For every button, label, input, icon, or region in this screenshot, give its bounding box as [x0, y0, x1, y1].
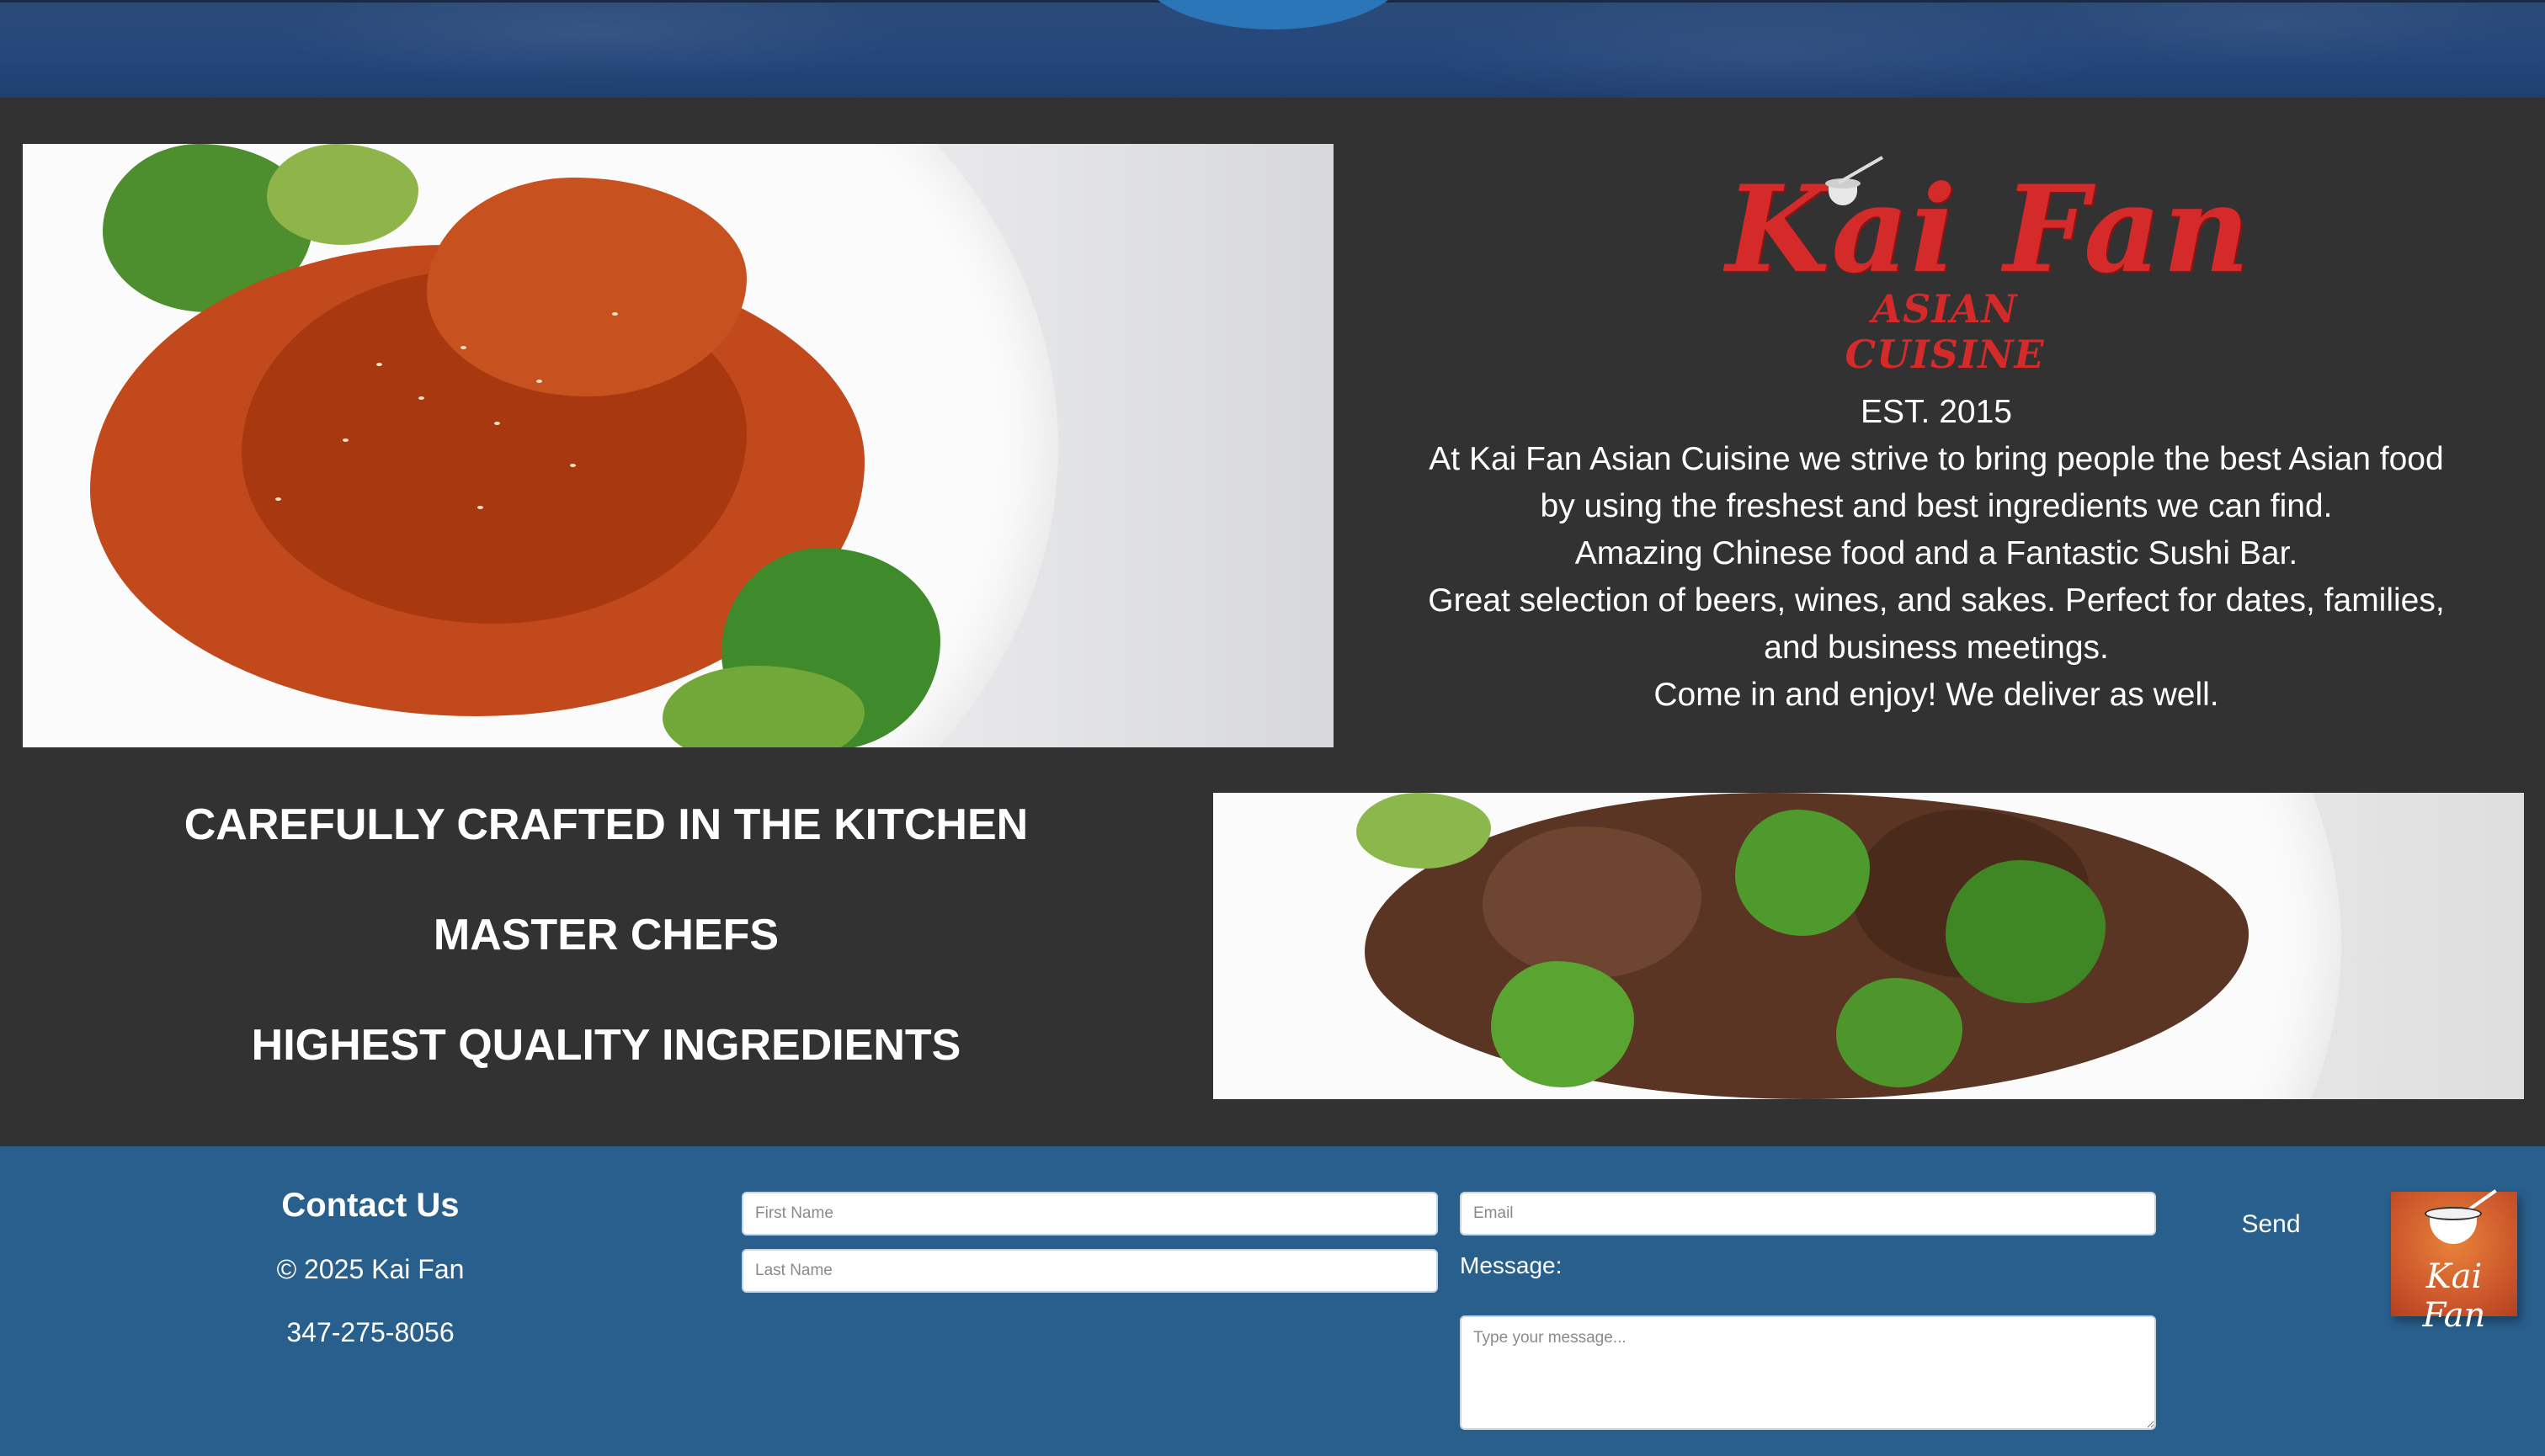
sesame-seed — [612, 312, 618, 316]
sesame-seed — [343, 438, 349, 442]
logo-word-fan: Fan — [2004, 160, 2252, 300]
sesame-seed — [536, 380, 542, 383]
sesame-seed — [376, 363, 382, 366]
contact-info: Contact Us © 2025 Kai Fan 347-275-8056 — [202, 1187, 539, 1380]
kai-fan-badge-logo[interactable]: Kai Fan — [2391, 1189, 2517, 1335]
sesame-seed — [418, 396, 424, 400]
features-list: CAREFULLY CRAFTED IN THE KITCHEN MASTER … — [34, 795, 1179, 1126]
sesame-seed — [570, 464, 576, 467]
phone-number[interactable]: 347-275-8056 — [202, 1317, 539, 1380]
badge-text: Kai Fan — [2422, 1257, 2486, 1335]
contact-title: Contact Us — [281, 1187, 460, 1224]
beef-broccoli-photo — [1213, 793, 2524, 1099]
feature-crafted: CAREFULLY CRAFTED IN THE KITCHEN — [184, 800, 1029, 849]
about-food: Amazing Chinese food and a Fantastic Sus… — [1574, 535, 2298, 571]
nav-logo-disc[interactable] — [1138, 0, 1408, 29]
sesame-chicken-photo — [23, 144, 1334, 747]
about-drinks: Great selection of beers, wines, and sak… — [1428, 582, 2445, 666]
kai-fan-logo: Kai Fan ASIAN CUISINE — [1717, 156, 2250, 377]
sesame-seed — [477, 506, 483, 509]
bowl-icon — [2425, 1207, 2482, 1244]
logo-subtitle: ASIAN CUISINE — [1845, 286, 2045, 377]
last-name-input[interactable] — [742, 1249, 1438, 1293]
send-button[interactable]: Send — [2223, 1204, 2319, 1246]
email-input[interactable] — [1460, 1192, 2156, 1235]
sesame-seed — [461, 346, 466, 349]
about-mission: At Kai Fan Asian Cuisine we strive to br… — [1429, 441, 2444, 524]
message-textarea[interactable] — [1460, 1315, 2156, 1430]
feature-chefs: MASTER CHEFS — [433, 911, 780, 959]
message-label: Message: — [1460, 1252, 1563, 1278]
copyright-text: © 2025 Kai Fan — [276, 1254, 465, 1284]
top-banner — [0, 0, 2545, 98]
about-established: EST. 2015 — [1861, 394, 2012, 430]
about-text: EST. 2015 At Kai Fan Asian Cuisine we st… — [1423, 389, 2450, 719]
sesame-seed — [494, 422, 500, 425]
about-invite: Come in and enjoy! We deliver as well. — [1653, 677, 2219, 713]
feature-ingredients: HIGHEST QUALITY INGREDIENTS — [251, 1021, 961, 1070]
first-name-input[interactable] — [742, 1192, 1438, 1235]
sesame-seed — [275, 497, 281, 501]
